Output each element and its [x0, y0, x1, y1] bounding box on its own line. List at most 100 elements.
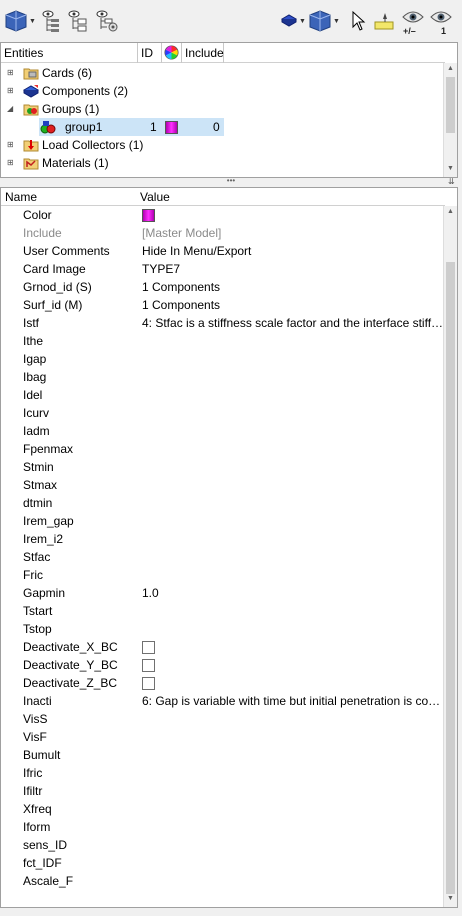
scroll-down-arrow-icon[interactable]: ▼ — [447, 895, 454, 902]
property-checkbox[interactable] — [142, 641, 155, 654]
property-row[interactable]: Deactivate_Y_BC — [1, 656, 445, 674]
property-value[interactable]: 1.0 — [142, 584, 444, 602]
column-header-id[interactable]: ID — [138, 43, 162, 63]
tree-item-load-collectors[interactable]: ⊞ Load Collectors (1) — [1, 136, 445, 154]
expand-plus-icon[interactable]: ⊞ — [7, 159, 15, 167]
color-swatch[interactable] — [165, 121, 178, 134]
tree-settings-icon — [96, 10, 118, 32]
tree-filter-icon — [68, 10, 87, 32]
tree-item-groups[interactable]: ◢ Groups (1) — [1, 100, 445, 118]
property-row[interactable]: Gapmin 1.0 — [1, 584, 445, 602]
highlight-button[interactable] — [373, 8, 395, 34]
property-row[interactable]: Surf_id (M) 1 Components — [1, 296, 445, 314]
property-name: Ascale_F — [23, 874, 74, 888]
tree-expand-button[interactable] — [42, 8, 64, 34]
column-header-include[interactable]: Include — [182, 43, 224, 63]
group-entity-icon — [40, 121, 56, 134]
property-row[interactable]: Deactivate_Z_BC — [1, 674, 445, 692]
tree-item-label: Groups (1) — [42, 102, 100, 116]
property-row[interactable]: Grnod_id (S) 1 Components — [1, 278, 445, 296]
collapse-panel-icon[interactable]: ⇊ — [448, 177, 455, 186]
property-value[interactable]: TYPE7 — [142, 260, 444, 278]
expand-plus-icon[interactable]: ⊞ — [7, 87, 15, 95]
display-mode-button[interactable]: ▼ — [280, 8, 306, 34]
color-swatch[interactable] — [142, 209, 155, 222]
scroll-thumb[interactable] — [446, 77, 455, 133]
property-row[interactable]: Istf 4: Stfac is a stiffness scale factor… — [1, 314, 445, 332]
property-row[interactable]: Icurv — [1, 404, 445, 422]
property-value[interactable]: 1 Components — [142, 278, 444, 296]
property-row[interactable]: Stfac — [1, 548, 445, 566]
highlight-icon — [374, 13, 394, 30]
property-row[interactable]: Ascale_F — [1, 872, 445, 890]
entity-view-button[interactable]: ▼ — [308, 8, 340, 34]
property-row[interactable]: Tstop — [1, 620, 445, 638]
property-row[interactable]: Idel — [1, 386, 445, 404]
property-row[interactable]: Iadm — [1, 422, 445, 440]
column-header-name[interactable]: Name — [5, 190, 37, 204]
property-name: VisF — [23, 730, 47, 744]
column-header-color[interactable] — [162, 43, 182, 63]
tree-item-id: 1 — [150, 120, 157, 134]
property-name: Irem_i2 — [23, 532, 64, 546]
tree-item-materials[interactable]: ⊞ Materials (1) — [1, 154, 445, 172]
tree-settings-button[interactable] — [96, 8, 120, 34]
property-name: Ifric — [23, 766, 43, 780]
property-checkbox[interactable] — [142, 677, 155, 690]
property-row[interactable]: Ithe — [1, 332, 445, 350]
expand-plus-icon[interactable]: ⊞ — [7, 141, 15, 149]
property-row[interactable]: User Comments Hide In Menu/Export — [1, 242, 445, 260]
property-value: [Master Model] — [142, 226, 222, 240]
property-row[interactable]: Ifric — [1, 764, 445, 782]
expand-plus-icon[interactable]: ⊞ — [7, 69, 15, 77]
properties-scrollbar[interactable]: ▲ ▼ — [443, 206, 457, 907]
scroll-thumb[interactable] — [446, 262, 455, 894]
property-row[interactable]: Xfreq — [1, 800, 445, 818]
property-row[interactable]: Fpenmax — [1, 440, 445, 458]
property-name: sens_ID — [23, 838, 68, 852]
property-row[interactable]: Iform — [1, 818, 445, 836]
property-row[interactable]: Stmax — [1, 476, 445, 494]
property-row[interactable]: VisS — [1, 710, 445, 728]
property-row[interactable]: Deactivate_X_BC — [1, 638, 445, 656]
tree-item-cards[interactable]: ⊞ Cards (6) — [1, 64, 445, 82]
property-row[interactable]: fct_IDF — [1, 854, 445, 872]
property-value[interactable]: 1 Components — [142, 296, 444, 314]
property-row[interactable]: Stmin — [1, 458, 445, 476]
scroll-up-arrow-icon[interactable]: ▲ — [447, 65, 454, 72]
property-row[interactable]: sens_ID — [1, 836, 445, 854]
property-row[interactable]: dtmin — [1, 494, 445, 512]
property-row[interactable]: Igap — [1, 350, 445, 368]
property-row[interactable]: Irem_gap — [1, 512, 445, 530]
property-row[interactable]: Bumult — [1, 746, 445, 764]
scroll-up-arrow-icon[interactable]: ▲ — [447, 208, 454, 215]
scroll-down-arrow-icon[interactable]: ▼ — [447, 165, 454, 172]
column-header-entities[interactable]: Entities — [1, 43, 138, 63]
tree-scrollbar[interactable]: ▲ ▼ — [443, 63, 457, 177]
tree-item-group1[interactable]: group1 1 0 — [1, 118, 445, 136]
property-checkbox[interactable] — [142, 659, 155, 672]
collapse-arrow-icon[interactable]: ◢ — [7, 105, 15, 113]
tree-filter-button[interactable] — [68, 8, 90, 34]
panel-splitter[interactable]: ••• — [0, 176, 462, 186]
property-row[interactable]: Color — [1, 206, 445, 224]
property-row[interactable]: Ifiltr — [1, 782, 445, 800]
cursor-select-button[interactable] — [350, 8, 366, 34]
splitter-grip-icon: ••• — [226, 176, 236, 185]
property-row[interactable]: Inacti 6: Gap is variable with time but i… — [1, 692, 445, 710]
model-view-button[interactable]: ▼ — [4, 8, 36, 34]
show-hide-toggle-label: +/– — [403, 26, 416, 36]
property-row[interactable]: Include [Master Model] — [1, 224, 445, 242]
property-row[interactable]: VisF — [1, 728, 445, 746]
property-row[interactable]: Card Image TYPE7 — [1, 260, 445, 278]
property-row[interactable]: Irem_i2 — [1, 530, 445, 548]
property-row[interactable]: Fric — [1, 566, 445, 584]
property-value[interactable]: Hide In Menu/Export — [142, 242, 444, 260]
property-value[interactable]: 6: Gap is variable with time but initial… — [142, 692, 444, 710]
column-header-value[interactable]: Value — [140, 190, 170, 204]
property-row[interactable]: Tstart — [1, 602, 445, 620]
property-name: fct_IDF — [23, 856, 62, 870]
property-row[interactable]: Ibag — [1, 368, 445, 386]
tree-item-components[interactable]: ⊞ Components (2) — [1, 82, 445, 100]
property-value[interactable]: 4: Stfac is a stiffness scale factor and… — [142, 314, 444, 332]
